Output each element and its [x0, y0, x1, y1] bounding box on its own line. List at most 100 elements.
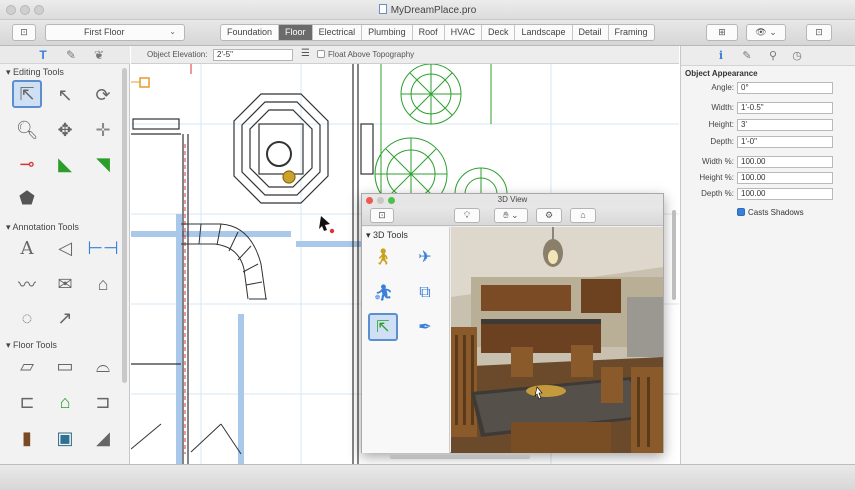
editing-tools-header[interactable]: ▾ Editing Tools: [6, 67, 64, 78]
home-view-button[interactable]: ⌂: [570, 208, 596, 223]
letter-a-icon: A: [20, 237, 34, 259]
casts-shadows-checkbox[interactable]: Casts Shadows: [737, 208, 804, 217]
view-options-button[interactable]: 👁 ⌄: [746, 24, 786, 41]
tab-floor[interactable]: Floor: [279, 25, 313, 40]
float-above-topography-checkbox[interactable]: Float Above Topography: [317, 50, 414, 59]
plan-view-button[interactable]: ⊞: [706, 24, 738, 41]
depth-percent-row: Depth %: 100.00: [681, 188, 855, 201]
3d-tools-header[interactable]: ▾ 3D Tools: [366, 230, 408, 241]
corner-tool[interactable]: ◥: [88, 150, 118, 178]
arc-tool[interactable]: ◌: [12, 304, 42, 332]
arrow-pointer-icon: ⇱: [19, 83, 35, 104]
info-icon[interactable]: i: [713, 49, 729, 63]
tab-electrical[interactable]: Electrical: [313, 25, 363, 40]
tab-detail[interactable]: Detail: [573, 25, 609, 40]
height-input[interactable]: 3': [737, 119, 833, 131]
select-arrow-tool[interactable]: ⇱: [12, 80, 42, 108]
pin-icon[interactable]: ⚲: [765, 49, 781, 63]
wall-panel-tool[interactable]: ⊐: [88, 388, 118, 416]
3d-view-minimize-button[interactable]: [377, 197, 384, 204]
3d-sidebar-toggle-button[interactable]: ⊡: [370, 208, 394, 223]
add-room-tool[interactable]: ⌂: [50, 388, 80, 416]
light-bulb-button[interactable]: 💡︎: [454, 208, 480, 223]
wall-segment-tool[interactable]: ▭: [50, 352, 80, 380]
hand-icon: ✋︎ ⌄: [503, 210, 519, 220]
room-tool[interactable]: ⊏: [12, 388, 42, 416]
add-point-tool[interactable]: ✛: [88, 116, 118, 144]
annotation-tools-header[interactable]: ▾ Annotation Tools: [6, 222, 79, 233]
float-checkbox-box[interactable]: [317, 50, 325, 58]
floor-select[interactable]: First Floor ⌄: [45, 24, 185, 41]
3d-settings-button[interactable]: ⚙: [536, 208, 562, 223]
3d-view-zoom-button[interactable]: [388, 197, 395, 204]
stopwatch-icon[interactable]: ◷: [789, 49, 805, 63]
pan-tool[interactable]: ✥: [50, 116, 80, 144]
inspector-toggle-button[interactable]: ⊡: [806, 24, 832, 41]
object-elevation-input[interactable]: 2'-5": [213, 49, 293, 61]
arrow-line-icon: ↗: [57, 307, 73, 328]
canvas-horizontal-scrollbar[interactable]: [390, 455, 530, 459]
tab-landscape[interactable]: Landscape: [515, 25, 573, 40]
tab-roof[interactable]: Roof: [413, 25, 445, 40]
floor-tools-header[interactable]: ▾ Floor Tools: [6, 340, 57, 351]
3d-view-close-button[interactable]: [366, 197, 373, 204]
join-tool[interactable]: ◣: [50, 150, 80, 178]
list-icon[interactable]: ☰: [301, 48, 310, 59]
window-tool[interactable]: ▣: [50, 424, 80, 452]
plant-tools-tab-icon[interactable]: ❦: [90, 48, 108, 62]
orange-marker: [139, 77, 150, 88]
orbit-tool[interactable]: ⛹︎: [368, 279, 398, 307]
tools-panel-scrollbar[interactable]: [122, 68, 127, 383]
annotation-tools-label: Annotation Tools: [12, 222, 79, 232]
canvas-vertical-scrollbar[interactable]: [672, 210, 676, 300]
tag-tool[interactable]: ⬟: [12, 184, 42, 212]
3d-tools-label: 3D Tools: [373, 230, 408, 240]
zoom-tool[interactable]: 🔍︎: [12, 116, 42, 144]
text-tool[interactable]: A: [12, 234, 42, 262]
width-percent-input[interactable]: 100.00: [737, 156, 833, 168]
depth-label: Depth:: [710, 137, 734, 146]
document-title: MyDreamPlace.pro: [0, 4, 855, 16]
camera-view-tool[interactable]: ⧉: [410, 279, 440, 307]
object-appearance-heading: Object Appearance: [685, 69, 758, 78]
depth-input[interactable]: 1'-0": [737, 136, 833, 148]
text-tools-tab-icon[interactable]: T: [34, 48, 52, 62]
depth-percent-input[interactable]: 100.00: [737, 188, 833, 200]
tab-plumbing[interactable]: Plumbing: [362, 25, 413, 40]
angle-input[interactable]: 0°: [737, 82, 833, 94]
label-tool[interactable]: ⌂: [88, 270, 118, 298]
multi-select-tool[interactable]: ↖: [50, 81, 80, 109]
arrow-line-tool[interactable]: ↗: [50, 304, 80, 332]
freehand-tool[interactable]: 〰: [12, 270, 42, 298]
paint-brush-icon[interactable]: ✎: [739, 49, 755, 63]
hover-tool[interactable]: ✈︎: [410, 243, 440, 271]
paint-tools-tab-icon[interactable]: ✎: [62, 48, 80, 62]
casts-shadows-check-box[interactable]: [737, 208, 745, 216]
eyedropper-tool[interactable]: ✒: [410, 313, 440, 341]
walking-person-icon: 🚶︎: [372, 249, 394, 266]
tab-framing[interactable]: Framing: [609, 25, 654, 40]
width-input[interactable]: 1'-0.5": [737, 102, 833, 114]
bottom-walls: [131, 423, 242, 455]
walk-tool[interactable]: 🚶︎: [368, 243, 398, 271]
stairs-tool[interactable]: ◢: [88, 424, 118, 452]
casts-shadows-label: Casts Shadows: [748, 208, 804, 217]
dimension-tool[interactable]: ⊢⊣: [87, 234, 118, 262]
callout-tool[interactable]: ◁: [50, 234, 80, 262]
sidebar-toggle-button[interactable]: ⊡: [12, 24, 36, 41]
height-percent-input[interactable]: 100.00: [737, 172, 833, 184]
height-percent-row: Height %: 100.00: [681, 172, 855, 185]
note-tool[interactable]: ✉: [50, 270, 80, 298]
3d-render-view[interactable]: [451, 227, 663, 453]
break-tool[interactable]: ⊸: [12, 150, 42, 178]
wall-tool[interactable]: ▱: [12, 352, 42, 380]
door-tool[interactable]: ▮: [12, 424, 42, 452]
3d-select-tool[interactable]: ⇱: [368, 313, 398, 341]
tab-foundation[interactable]: Foundation: [221, 25, 280, 40]
camera-options-button[interactable]: ✋︎ ⌄: [494, 208, 528, 223]
status-bar: [0, 464, 855, 490]
rotate-tool[interactable]: ⟳: [88, 81, 118, 109]
tab-deck[interactable]: Deck: [482, 25, 516, 40]
curved-wall-tool[interactable]: ⌓: [88, 352, 118, 380]
tab-hvac[interactable]: HVAC: [445, 25, 482, 40]
